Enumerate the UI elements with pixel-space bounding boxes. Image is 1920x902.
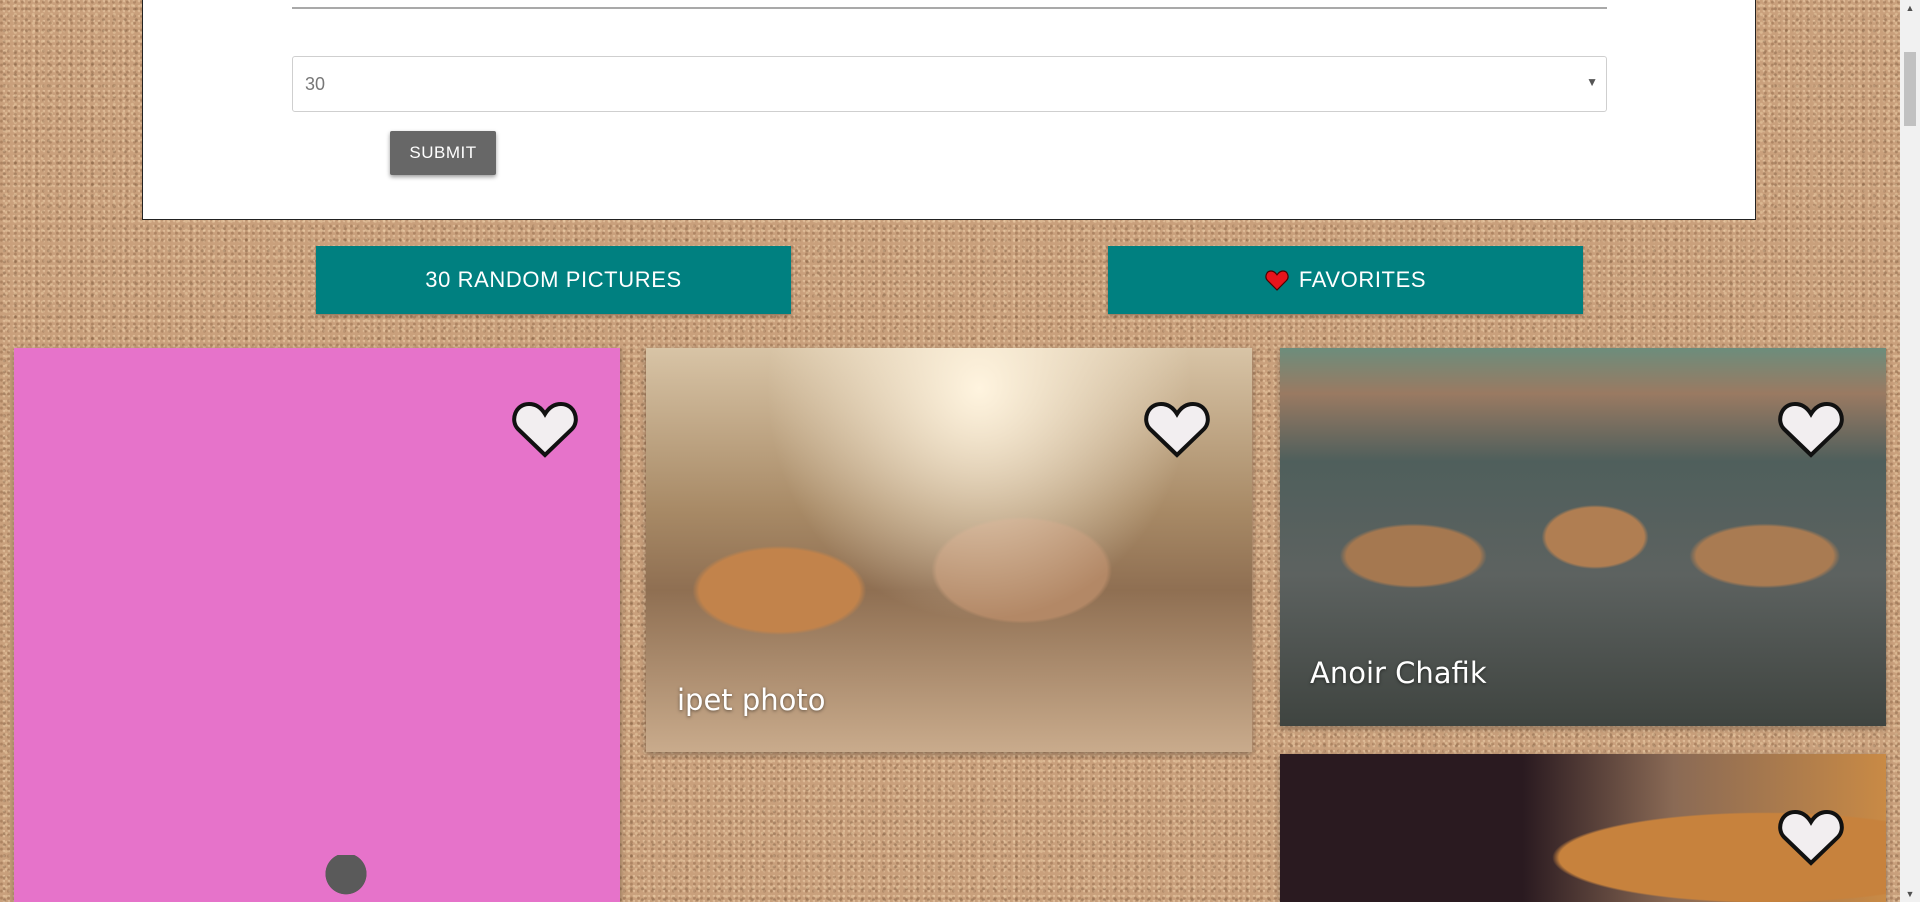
picture-card[interactable]: Anoir Chafik — [1280, 348, 1886, 726]
search-form-panel: 30 ▼ SUBMIT — [142, 0, 1756, 220]
picture-card[interactable] — [14, 348, 620, 902]
count-select-value: 30 — [305, 73, 326, 94]
heart-outline-icon[interactable] — [1144, 400, 1210, 460]
heart-icon — [1265, 270, 1289, 291]
picture-card[interactable] — [1280, 754, 1886, 902]
scroll-up-arrow-icon[interactable]: ▲ — [1900, 0, 1920, 16]
picture-card[interactable]: ipet photo — [646, 348, 1252, 752]
poodle-head — [322, 855, 370, 902]
favorites-button[interactable]: FAVORITES — [1108, 246, 1583, 314]
submit-button[interactable]: SUBMIT — [390, 131, 496, 175]
scrollbar-thumb[interactable] — [1904, 52, 1916, 126]
heart-outline-icon[interactable] — [1778, 808, 1844, 868]
random-pictures-label: 30 RANDOM PICTURES — [425, 267, 682, 292]
random-pictures-button[interactable]: 30 RANDOM PICTURES — [316, 246, 791, 314]
photo-credit: Anoir Chafik — [1310, 656, 1487, 690]
heart-outline-icon[interactable] — [1778, 400, 1844, 460]
count-select[interactable]: 30 ▼ — [292, 56, 1607, 112]
photo-credit: ipet photo — [677, 683, 826, 717]
favorites-label: FAVORITES — [1298, 267, 1427, 292]
scroll-down-arrow-icon[interactable]: ▼ — [1900, 886, 1920, 902]
chevron-down-icon: ▼ — [1586, 75, 1598, 89]
divider — [292, 7, 1607, 9]
vertical-scrollbar[interactable]: ▲ ▼ — [1900, 0, 1920, 902]
heart-outline-icon[interactable] — [512, 400, 578, 460]
